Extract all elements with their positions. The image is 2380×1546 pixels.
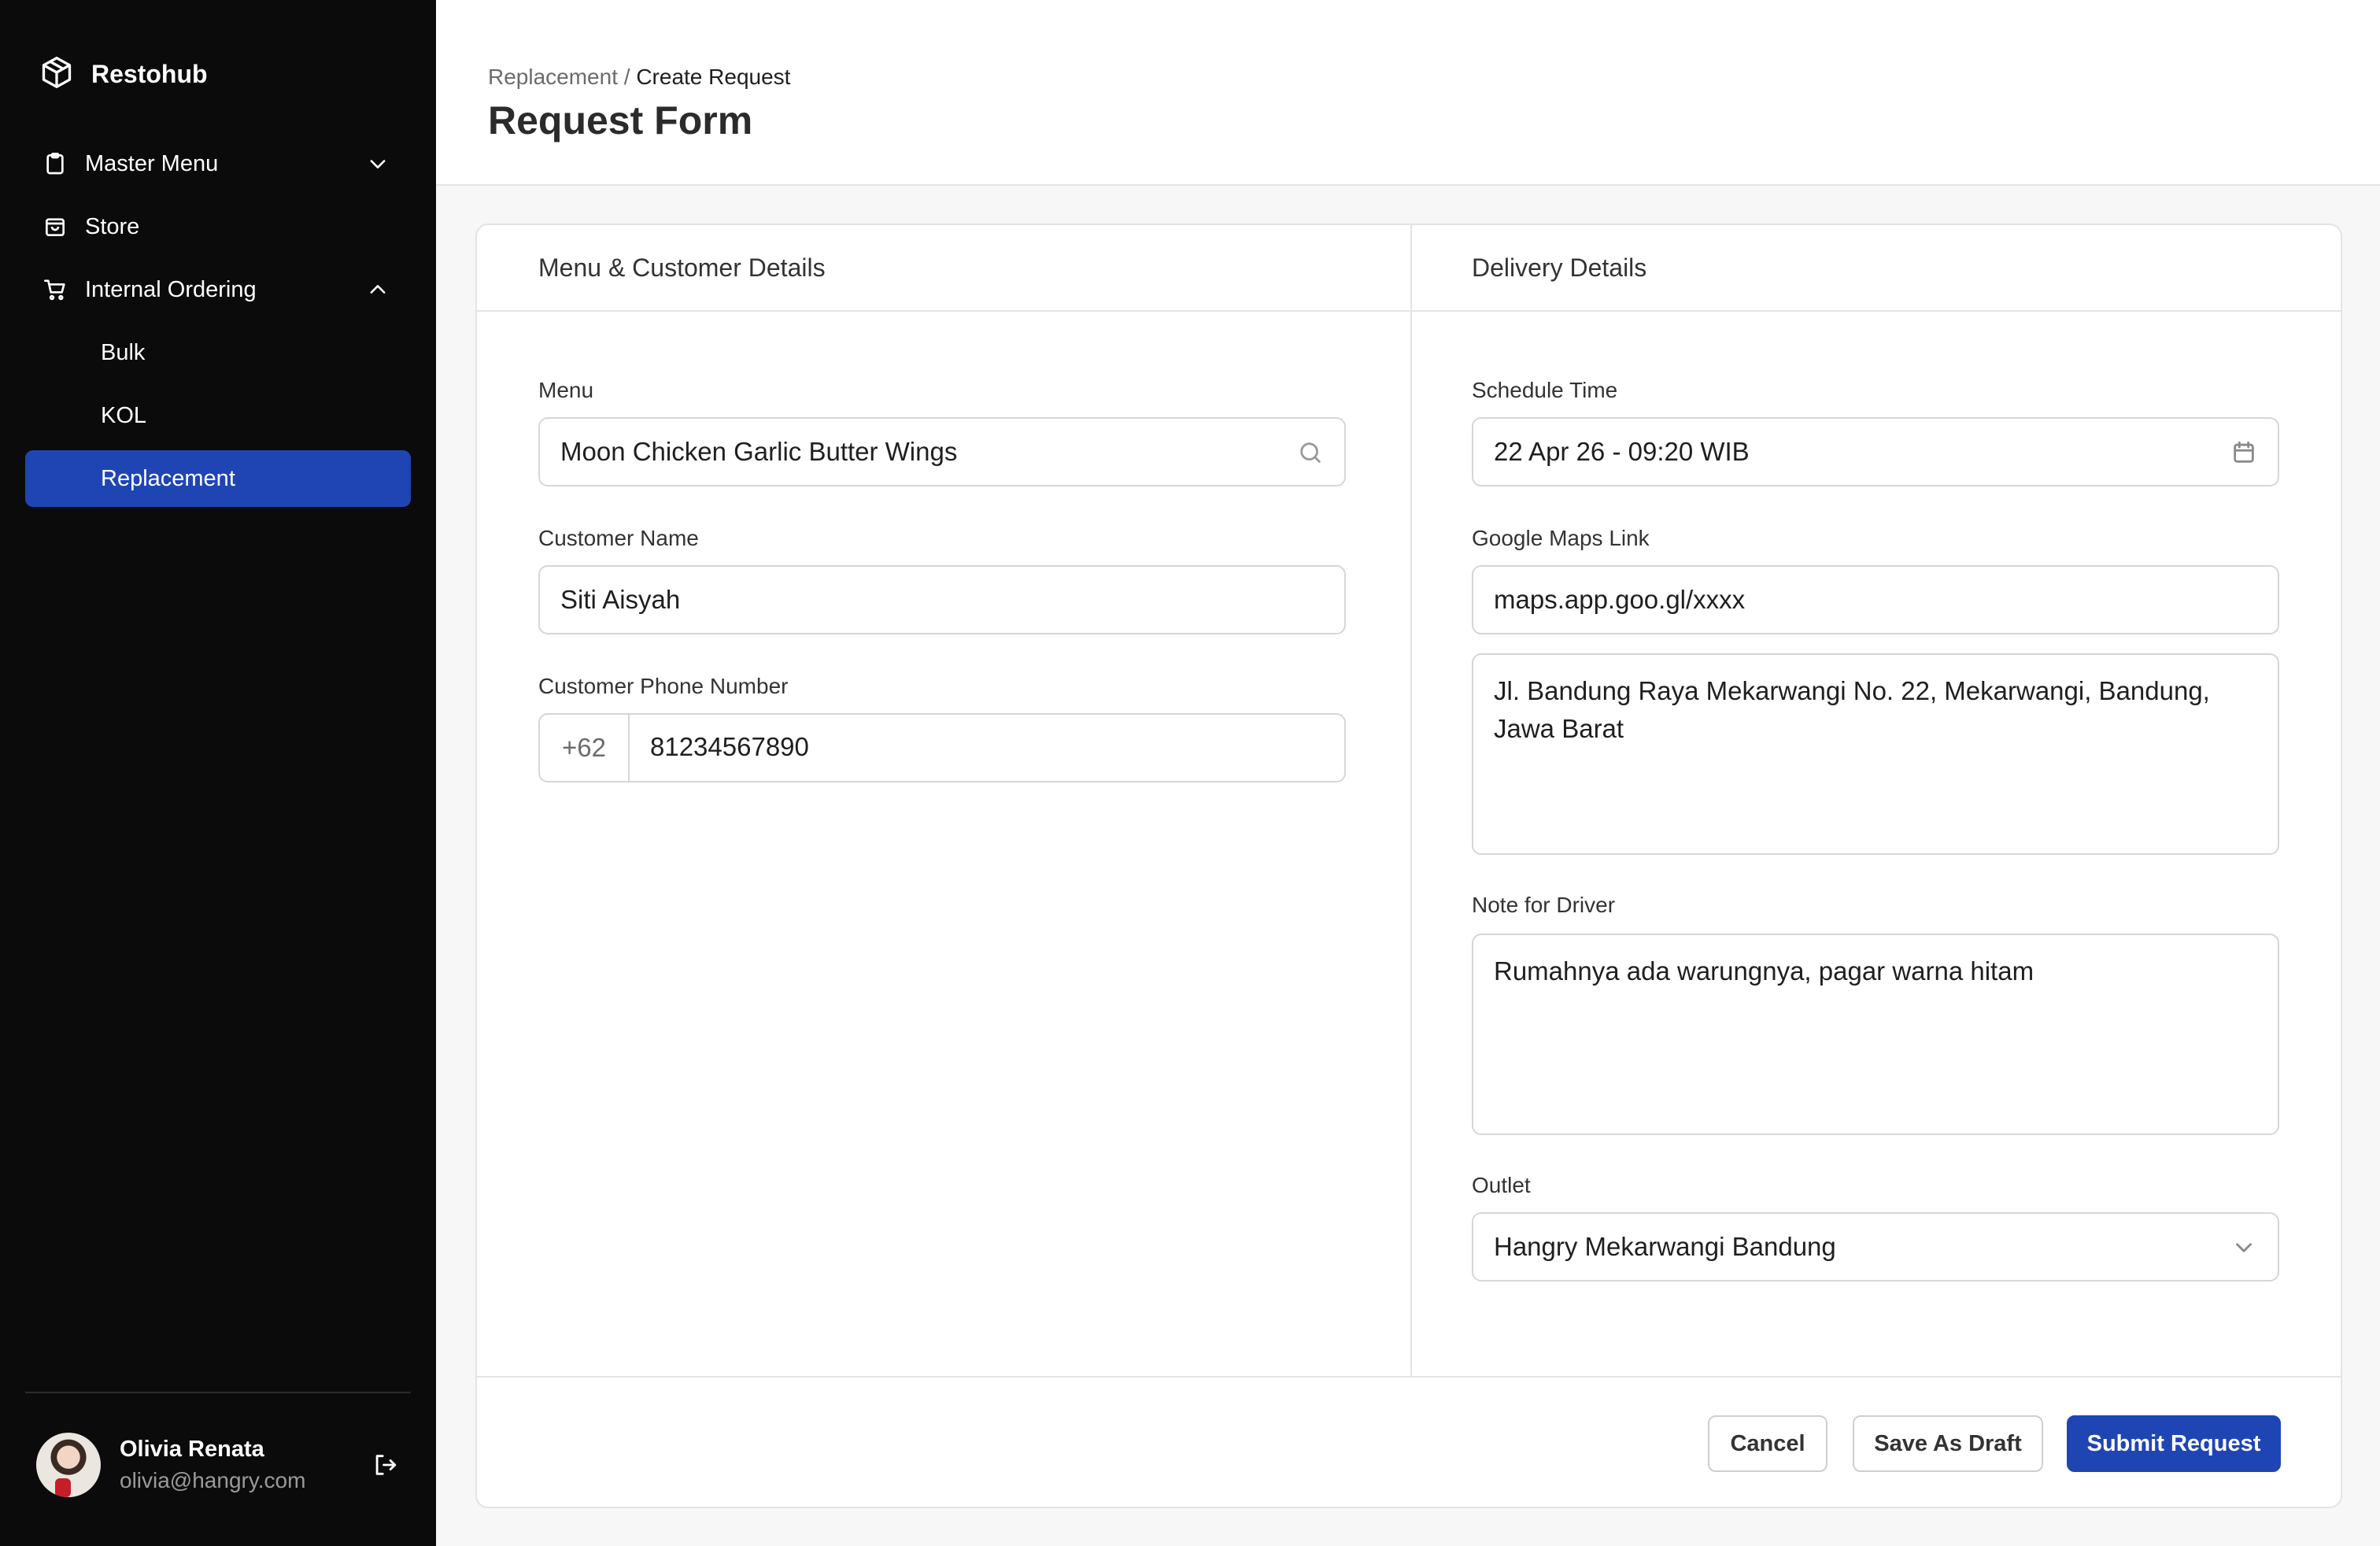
column-divider: [1410, 225, 1412, 1378]
request-form-card: Menu & Customer Details Menu Moon Chicke…: [475, 224, 2342, 1508]
customer-name-label: Customer Name: [538, 526, 699, 550]
maps-link-input[interactable]: maps.app.goo.gl/xxxx: [1472, 565, 2279, 634]
brand[interactable]: Restohub: [39, 55, 208, 94]
calendar-icon[interactable]: [2230, 439, 2257, 466]
user-profile: Olivia Renata olivia@hangry.com: [36, 1429, 398, 1500]
driver-note-label: Note for Driver: [1472, 893, 1616, 917]
save-draft-button[interactable]: Save As Draft: [1853, 1415, 2043, 1472]
breadcrumb-separator: /: [623, 65, 630, 89]
shopping-bag-icon: [42, 214, 68, 239]
sidebar-item-label: Internal Ordering: [85, 276, 257, 302]
schedule-time-value: 22 Apr 26 - 09:20 WIB: [1494, 437, 1750, 466]
cancel-button[interactable]: Cancel: [1708, 1415, 1828, 1472]
section-title-delivery: Delivery Details: [1472, 253, 1647, 282]
box-logo-icon: [39, 55, 74, 94]
phone-country-code: +62: [540, 715, 630, 781]
section-header-divider: [477, 310, 2341, 312]
sidebar: Restohub Master Menu Store Internal Orde…: [0, 0, 436, 1546]
user-name: Olivia Renata: [120, 1437, 264, 1462]
outlet-value: Hangry Mekarwangi Bandung: [1494, 1232, 1836, 1261]
cart-icon: [42, 277, 68, 302]
menu-label: Menu: [538, 378, 594, 402]
clipboard-icon: [42, 151, 68, 176]
sidebar-subitem-replacement[interactable]: Replacement: [25, 450, 411, 507]
sidebar-item-internal-ordering[interactable]: Internal Ordering: [25, 261, 411, 318]
submit-request-button[interactable]: Submit Request: [2067, 1415, 2281, 1472]
schedule-time-label: Schedule Time: [1472, 378, 1618, 402]
breadcrumb-current: Create Request: [636, 65, 791, 89]
menu-value: Moon Chicken Garlic Butter Wings: [560, 437, 958, 466]
sidebar-nav: Master Menu Store Internal Ordering Bulk…: [25, 135, 411, 513]
sidebar-item-label: Master Menu: [85, 150, 219, 176]
phone-number-value: 81234567890: [650, 732, 809, 761]
footer-divider: [477, 1376, 2341, 1378]
user-info: Olivia Renata olivia@hangry.com: [120, 1433, 305, 1496]
user-email: olivia@hangry.com: [120, 1468, 306, 1492]
schedule-time-input[interactable]: 22 Apr 26 - 09:20 WIB: [1472, 417, 2279, 486]
driver-note-textarea[interactable]: Rumahnya ada warungnya, pagar warna hita…: [1472, 934, 2279, 1135]
sidebar-item-label: Store: [85, 213, 140, 239]
sidebar-item-store[interactable]: Store: [25, 198, 411, 255]
brand-name: Restohub: [91, 60, 208, 88]
breadcrumb: Replacement / Create Request: [488, 65, 790, 90]
address-textarea[interactable]: Jl. Bandung Raya Mekarwangi No. 22, Meka…: [1472, 653, 2279, 855]
customer-phone-input[interactable]: +62 81234567890: [538, 713, 1346, 782]
customer-name-input[interactable]: Siti Aisyah: [538, 565, 1346, 634]
maps-link-value: maps.app.goo.gl/xxxx: [1494, 585, 1746, 614]
outlet-select[interactable]: Hangry Mekarwangi Bandung: [1472, 1212, 2279, 1282]
chevron-down-icon: [2230, 1234, 2257, 1261]
customer-phone-label: Customer Phone Number: [538, 674, 789, 698]
sidebar-subitem-kol[interactable]: KOL: [25, 387, 411, 444]
sidebar-subitem-bulk[interactable]: Bulk: [25, 324, 411, 381]
avatar: [36, 1433, 101, 1497]
maps-link-label: Google Maps Link: [1472, 526, 1650, 550]
chevron-down-icon[interactable]: [367, 153, 389, 175]
section-title-menu-customer: Menu & Customer Details: [538, 253, 826, 282]
customer-name-value: Siti Aisyah: [560, 585, 681, 614]
page-title: Request Form: [488, 98, 753, 142]
sidebar-item-master-menu[interactable]: Master Menu: [25, 135, 411, 192]
search-icon: [1297, 439, 1324, 466]
logout-icon[interactable]: [371, 1452, 398, 1478]
page-header: Replacement / Create Request Request For…: [436, 0, 2380, 186]
outlet-label: Outlet: [1472, 1173, 1531, 1197]
menu-search-input[interactable]: Moon Chicken Garlic Butter Wings: [538, 417, 1346, 486]
chevron-up-icon[interactable]: [367, 279, 389, 301]
sidebar-divider: [25, 1392, 411, 1393]
breadcrumb-parent[interactable]: Replacement: [488, 65, 618, 89]
